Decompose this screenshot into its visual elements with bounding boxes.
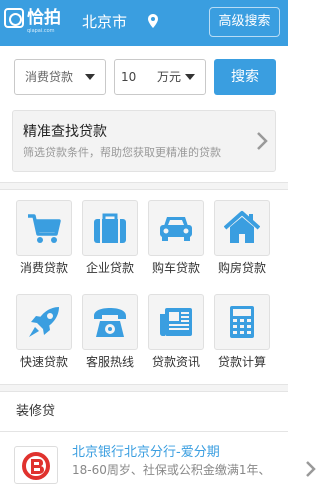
- chevron-right-icon[interactable]: [304, 460, 316, 478]
- category-hotline[interactable]: [82, 294, 138, 350]
- loan-type-select[interactable]: 消费贷款: [14, 59, 106, 95]
- category-label: 贷款资讯: [151, 355, 200, 369]
- briefcase-icon: [94, 213, 126, 243]
- rocket-icon: [29, 307, 59, 337]
- house-icon: [224, 211, 260, 243]
- logo-icon: [4, 8, 24, 28]
- app-logo[interactable]: 恰拍 qiapai.com: [4, 6, 66, 36]
- advanced-search-button[interactable]: 高级搜索: [209, 7, 280, 37]
- category-loan-calculator[interactable]: [214, 294, 270, 350]
- search-button[interactable]: 搜索: [214, 59, 276, 95]
- section-divider: [0, 182, 288, 190]
- category-label: 企业贷款: [85, 261, 134, 275]
- precise-search-subtitle: 筛选贷款条件，帮助您获取更精准的贷款: [23, 146, 221, 159]
- category-car-loan[interactable]: [148, 200, 204, 256]
- precise-search-title: 精准查找贷款: [23, 124, 107, 140]
- telephone-icon: [94, 308, 126, 337]
- logo-text: 恰拍: [27, 8, 61, 28]
- category-label: 贷款计算: [217, 355, 266, 369]
- category-label: 消费贷款: [19, 261, 68, 275]
- city-selector[interactable]: 北京市: [82, 11, 127, 33]
- loan-amount-select[interactable]: 10 万元: [114, 59, 206, 95]
- section-title: 装修贷: [16, 404, 56, 419]
- newspaper-icon: [160, 308, 192, 336]
- precise-search-card[interactable]: 精准查找贷款 筛选贷款条件，帮助您获取更精准的贷款: [12, 110, 276, 172]
- calculator-icon: [230, 306, 254, 338]
- category-loan-news[interactable]: [148, 294, 204, 350]
- location-pin-icon[interactable]: [148, 14, 158, 28]
- category-house-loan[interactable]: [214, 200, 270, 256]
- section-divider: [0, 384, 288, 392]
- header-bar: 恰拍 qiapai.com 北京市 高级搜索: [0, 0, 288, 46]
- bank-logo-icon: [22, 452, 50, 480]
- chevron-right-icon: [257, 132, 268, 150]
- category-label: 客服热线: [85, 355, 134, 369]
- loan-amount-value: 10: [121, 70, 137, 84]
- loan-product-name[interactable]: 北京银行北京分行-爱分期: [72, 444, 220, 461]
- category-label: 购房贷款: [217, 261, 266, 275]
- section-line: [0, 431, 288, 432]
- category-label: 快速贷款: [19, 355, 68, 369]
- loan-product-description: 18-60周岁、社保或公积金缴满1年、: [72, 463, 271, 477]
- search-form: 消费贷款 10 万元 搜索: [0, 46, 288, 108]
- loan-amount-unit: 万元: [157, 70, 182, 84]
- logo-subtext: qiapai.com: [27, 28, 55, 34]
- category-consumer-loan[interactable]: [16, 200, 72, 256]
- loan-type-value: 消费贷款: [25, 70, 74, 84]
- dropdown-arrow-icon: [85, 74, 95, 80]
- dropdown-arrow-icon: [185, 74, 195, 80]
- car-icon: [160, 217, 192, 241]
- category-fast-loan[interactable]: [16, 294, 72, 350]
- shopping-cart-icon: [28, 214, 61, 243]
- category-business-loan[interactable]: [82, 200, 138, 256]
- bank-logo: [14, 446, 58, 484]
- category-grid: 消费贷款 企业贷款 购车贷款 购房贷款 快速贷款 客服热线 贷款资讯 贷款计算: [0, 192, 288, 382]
- category-label: 购车贷款: [151, 261, 200, 275]
